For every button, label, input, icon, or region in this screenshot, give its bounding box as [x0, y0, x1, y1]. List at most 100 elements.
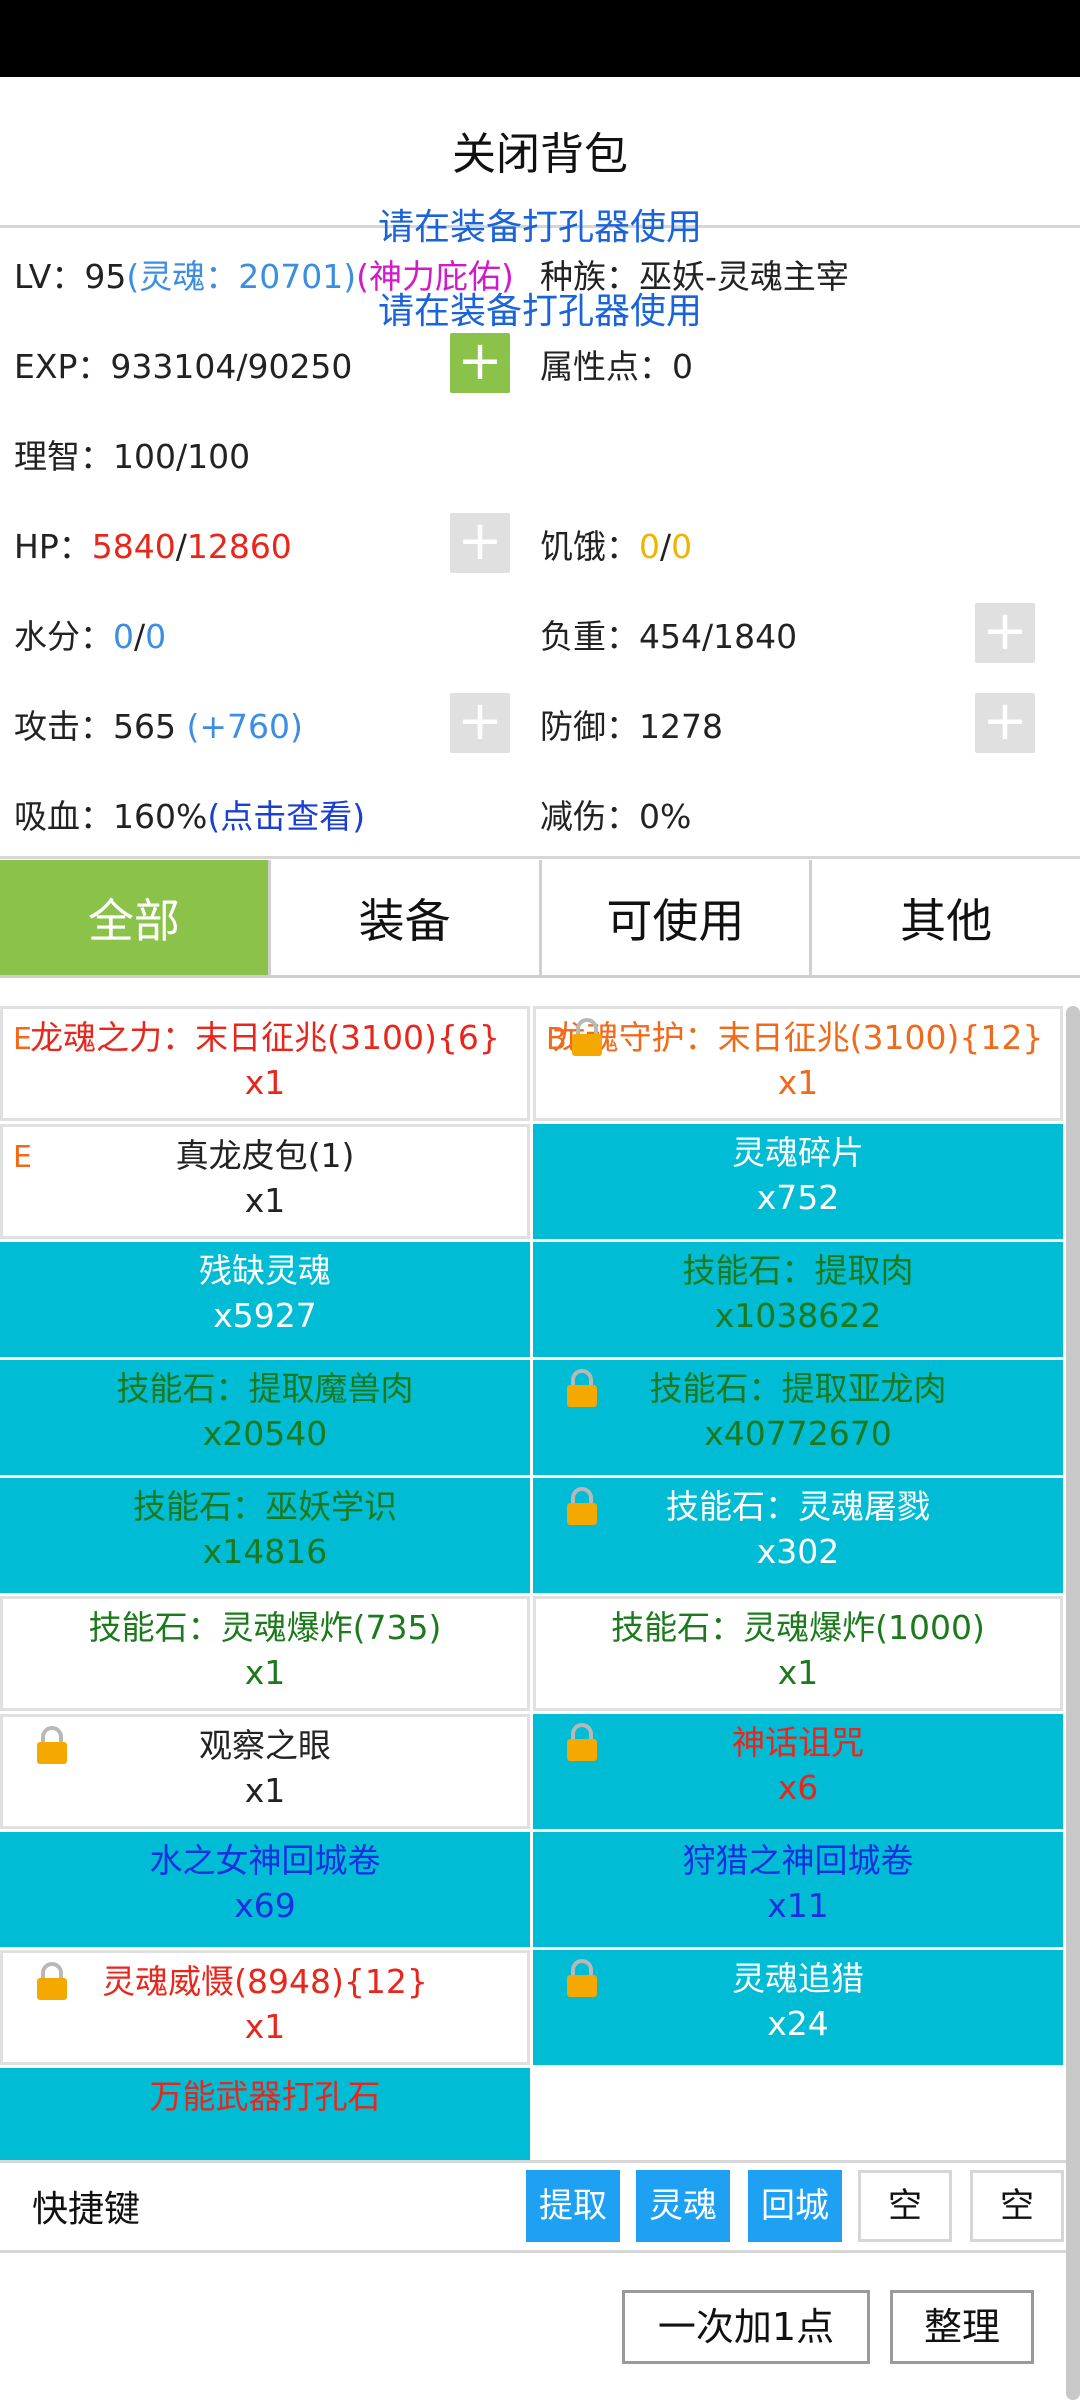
quickslot-soul[interactable]: 灵魂	[636, 2170, 730, 2242]
item-quantity: x1	[244, 1181, 286, 1220]
item-quantity: x40772670	[704, 1414, 892, 1453]
quickslot-return[interactable]: 回城	[748, 2170, 842, 2242]
water-separator: /	[134, 617, 146, 656]
inventory-item[interactable]: E 真龙皮包(1) x1	[0, 1124, 530, 1239]
attack-plus-button[interactable]: +	[450, 693, 510, 753]
lock-icon	[567, 1723, 597, 1761]
item-name: 灵魂追猎	[732, 1959, 864, 1998]
water-stat: 水分：0/0	[14, 610, 166, 658]
item-quantity: x20540	[202, 1414, 328, 1453]
item-name: 龙魂守护：末日征兆(3100){12}	[552, 1018, 1044, 1057]
hp-separator: /	[175, 527, 187, 566]
inventory-item[interactable]: 残缺灵魂 x5927	[0, 1242, 530, 1357]
equipped-tag: E	[13, 1022, 32, 1057]
system-status-bar	[0, 0, 1080, 77]
item-quantity: x11	[767, 1886, 829, 1925]
lifesteal-details-link[interactable]: (点击查看)	[207, 797, 365, 836]
item-name: 水之女神回城卷	[149, 1841, 381, 1880]
lock-icon	[572, 1018, 602, 1056]
item-quantity: x1038622	[714, 1296, 882, 1335]
scrollbar[interactable]	[1066, 1006, 1080, 2400]
inventory-item[interactable]: 水之女神回城卷 x69	[0, 1832, 530, 1947]
quickslot-empty[interactable]: 空	[858, 2170, 952, 2242]
item-quantity: x6	[777, 1768, 819, 1807]
item-name: 技能石：灵魂爆炸(1000)	[611, 1608, 985, 1647]
item-name: 技能石：提取亚龙肉	[649, 1369, 947, 1408]
notice-toast-repeat: 请在装备打孔器使用	[377, 291, 702, 332]
item-name: 神话诅咒	[732, 1723, 864, 1762]
load-plus-button[interactable]: +	[975, 603, 1035, 663]
inventory-item[interactable]: 技能石：提取魔兽肉 x20540	[0, 1360, 530, 1475]
category-tabs: 全部 装备 可使用 其他	[0, 860, 1080, 978]
quickslot-extract[interactable]: 提取	[526, 2170, 620, 2242]
lifesteal-label: 吸血：160%	[14, 797, 208, 836]
water-max: 0	[145, 617, 167, 656]
hunger-label: 饥饿：	[540, 527, 639, 566]
sort-button[interactable]: 整理	[890, 2290, 1034, 2364]
item-name: 真龙皮包(1)	[175, 1136, 355, 1175]
tab-other[interactable]: 其他	[812, 860, 1080, 975]
item-quantity: x1	[244, 1063, 286, 1102]
hunger-current: 0	[639, 527, 660, 566]
item-quantity: x1	[777, 1063, 819, 1102]
hunger-max: 0	[671, 527, 693, 566]
hp-plus-button[interactable]: +	[450, 513, 510, 573]
item-quantity: x14816	[202, 1532, 328, 1571]
equipped-tag: E	[13, 1140, 32, 1175]
quickbar-label: 快捷键	[32, 2189, 141, 2230]
inventory-item[interactable]: 灵魂碎片 x752	[533, 1124, 1063, 1239]
hunger-separator: /	[660, 527, 672, 566]
inventory-item[interactable]: 神话诅咒 x6	[533, 1714, 1063, 1829]
item-name: 残缺灵魂	[199, 1251, 331, 1290]
hp-max: 12860	[186, 527, 292, 566]
item-quantity: x24	[767, 2004, 829, 2043]
lock-icon	[37, 1962, 67, 2000]
attack-stat: 攻击：565 (+760)	[14, 700, 303, 748]
item-name: 观察之眼	[199, 1726, 331, 1765]
inventory-item[interactable]: 万能武器打孔石	[0, 2068, 530, 2160]
close-bag-title[interactable]: 关闭背包	[0, 118, 1080, 182]
quickslot-empty[interactable]: 空	[970, 2170, 1064, 2242]
inventory-item[interactable]: 狩猎之神回城卷 x11	[533, 1832, 1063, 1947]
tab-all[interactable]: 全部	[0, 860, 271, 975]
inventory-item[interactable]: 技能石：提取肉 x1038622	[533, 1242, 1063, 1357]
inventory-item[interactable]: B 龙魂守护：末日征兆(3100){12} x1	[533, 1006, 1063, 1121]
lock-icon	[567, 1487, 597, 1525]
hp-label: HP：	[14, 527, 92, 566]
item-name: 技能石：灵魂屠戮	[666, 1487, 930, 1526]
water-current: 0	[113, 617, 134, 656]
inventory-item[interactable]: 技能石：灵魂爆炸(1000) x1	[533, 1596, 1063, 1711]
inventory-grid: E 龙魂之力：末日征兆(3100){6} x1 B 龙魂守护：末日征兆(3100…	[0, 1006, 1064, 2160]
item-name: 灵魂威慑(8948){12}	[102, 1962, 428, 2001]
sanity-stat: 理智：100/100	[14, 437, 251, 476]
inventory-item[interactable]: 技能石：提取亚龙肉 x40772670	[533, 1360, 1063, 1475]
inventory-item[interactable]: 灵魂威慑(8948){12} x1	[0, 1950, 530, 2065]
item-name: 万能武器打孔石	[149, 2077, 381, 2116]
inventory-item[interactable]: 观察之眼 x1	[0, 1714, 530, 1829]
lock-icon	[567, 1369, 597, 1407]
item-quantity: x1	[244, 2007, 286, 2046]
inventory-item[interactable]: 灵魂追猎 x24	[533, 1950, 1063, 2065]
inventory-item[interactable]: 技能石：巫妖学识 x14816	[0, 1478, 530, 1593]
hp-current: 5840	[91, 527, 176, 566]
attribute-points-stat: 属性点：0	[540, 347, 693, 386]
divider	[0, 2160, 1066, 2163]
inventory-item[interactable]: 技能石：灵魂爆炸(735) x1	[0, 1596, 530, 1711]
item-name: 技能石：提取魔兽肉	[116, 1369, 414, 1408]
hunger-stat: 饥饿：0/0	[540, 520, 692, 568]
lock-icon	[37, 1726, 67, 1764]
tab-usable[interactable]: 可使用	[541, 860, 813, 975]
hp-stat: HP：5840/12860	[14, 520, 292, 568]
divider	[0, 2250, 1066, 2253]
equipped-tag: B	[546, 1022, 567, 1057]
defense-plus-button[interactable]: +	[975, 693, 1035, 753]
damage-reduction-stat: 减伤：0%	[540, 797, 692, 836]
defense-stat: 防御：1278	[540, 707, 723, 746]
exp-plus-button[interactable]: +	[450, 333, 510, 393]
lifesteal-stat: 吸血：160%(点击查看)	[14, 790, 365, 838]
item-name: 灵魂碎片	[732, 1133, 864, 1172]
inventory-item[interactable]: 技能石：灵魂屠戮 x302	[533, 1478, 1063, 1593]
add-one-point-button[interactable]: 一次加1点	[622, 2290, 870, 2364]
tab-equipment[interactable]: 装备	[270, 860, 542, 975]
inventory-item[interactable]: E 龙魂之力：末日征兆(3100){6} x1	[0, 1006, 530, 1121]
